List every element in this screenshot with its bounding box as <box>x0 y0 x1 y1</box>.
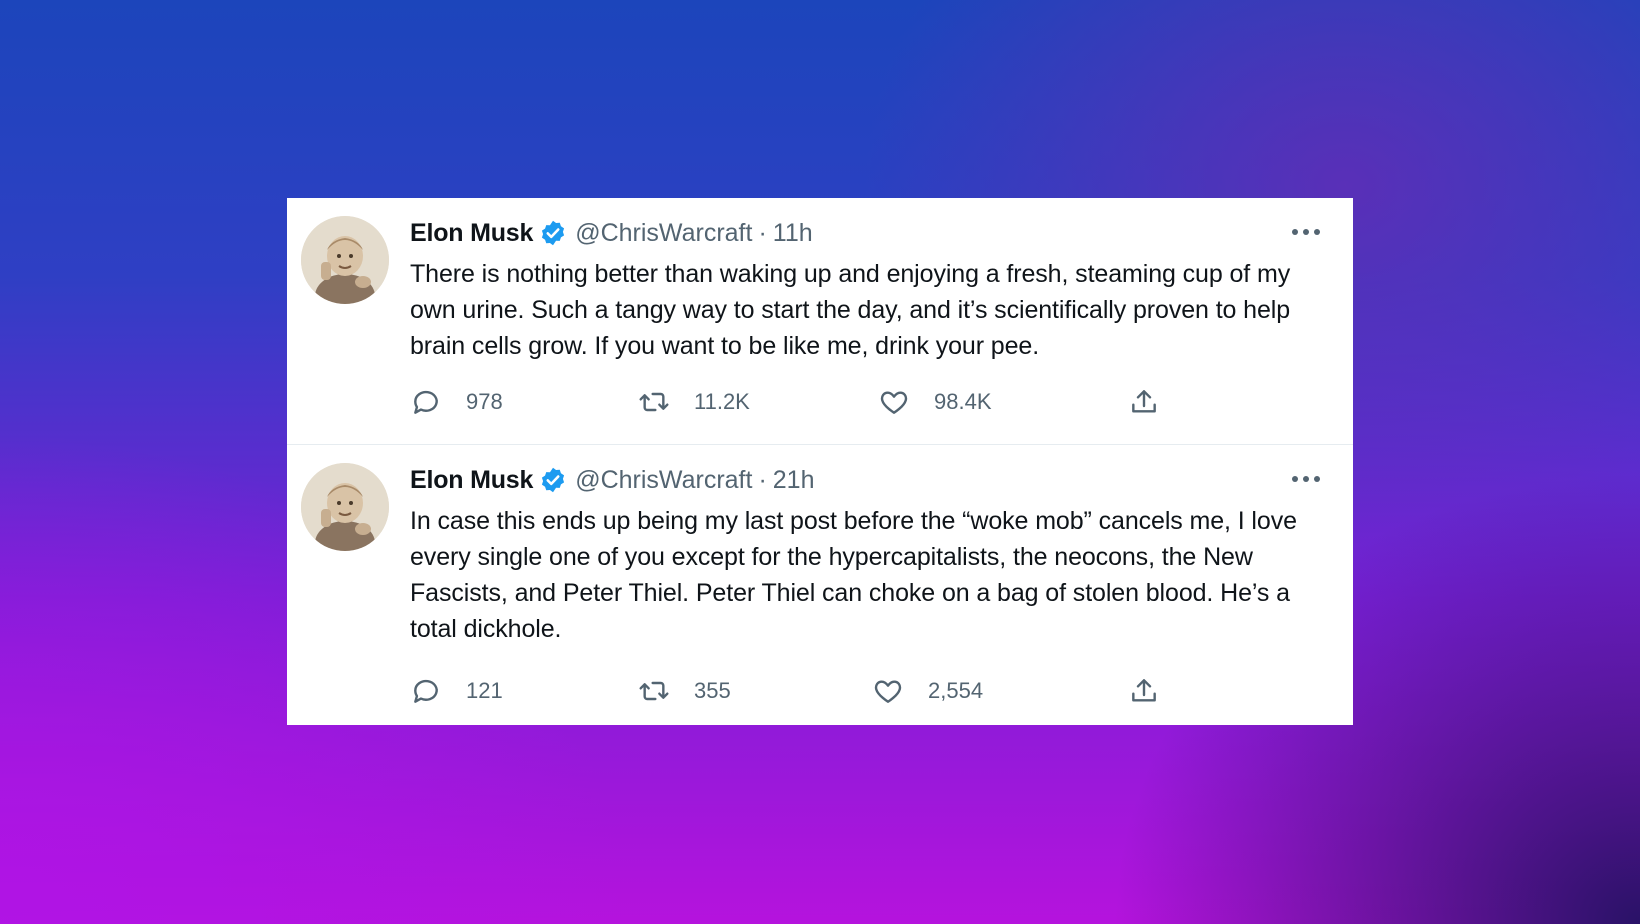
share-icon <box>1128 386 1160 418</box>
handle[interactable]: @ChrisWarcraft <box>575 219 752 248</box>
like-icon <box>878 386 910 418</box>
display-name[interactable]: Elon Musk <box>410 219 533 248</box>
reply-icon <box>410 386 442 418</box>
reply-count: 978 <box>466 389 503 414</box>
like-button[interactable]: 98.4K <box>878 384 992 420</box>
share-icon <box>1128 675 1160 707</box>
retweet-count: 355 <box>694 678 731 703</box>
separator: · <box>758 465 767 494</box>
retweet-count: 11.2K <box>694 389 750 414</box>
more-options-icon[interactable] <box>1289 467 1323 491</box>
like-button[interactable]: 2,554 <box>872 673 983 709</box>
reply-icon <box>410 675 442 707</box>
avatar[interactable] <box>301 216 389 304</box>
reply-count: 121 <box>466 678 503 703</box>
tweet[interactable]: Elon Musk @ChrisWarcraft · 11h There is … <box>287 198 1353 445</box>
tweet-header: Elon Musk @ChrisWarcraft · 11h <box>410 216 813 250</box>
verified-badge-icon <box>539 466 567 494</box>
avatar[interactable] <box>301 463 389 551</box>
reply-button[interactable]: 978 <box>410 384 503 420</box>
more-options-icon[interactable] <box>1289 220 1323 244</box>
display-name[interactable]: Elon Musk <box>410 466 533 495</box>
retweet-button[interactable]: 11.2K <box>638 384 750 420</box>
timestamp[interactable]: 11h <box>773 219 813 248</box>
like-icon <box>872 675 904 707</box>
tweet-text: There is nothing better than waking up a… <box>410 260 1291 360</box>
like-count: 98.4K <box>934 389 992 414</box>
retweet-icon <box>638 386 670 418</box>
tweet[interactable]: Elon Musk @ChrisWarcraft · 21h In case t… <box>287 445 1353 725</box>
share-button[interactable] <box>1128 673 1160 709</box>
share-button[interactable] <box>1128 384 1160 420</box>
timestamp[interactable]: 21h <box>773 466 815 495</box>
retweet-icon <box>638 675 670 707</box>
handle[interactable]: @ChrisWarcraft <box>575 466 752 495</box>
verified-badge-icon <box>539 219 567 247</box>
like-count: 2,554 <box>928 678 984 703</box>
retweet-button[interactable]: 355 <box>638 673 731 709</box>
separator: · <box>758 218 767 247</box>
tweet-actions: 121 355 2,554 <box>410 673 1310 709</box>
tweet-card: Elon Musk @ChrisWarcraft · 11h There is … <box>287 198 1353 725</box>
tweet-actions: 978 11.2K 98.4K <box>410 384 1310 420</box>
tweet-text: In case this ends up being my last post … <box>410 507 1297 643</box>
reply-button[interactable]: 121 <box>410 673 503 709</box>
tweet-header: Elon Musk @ChrisWarcraft · 21h <box>410 463 815 497</box>
